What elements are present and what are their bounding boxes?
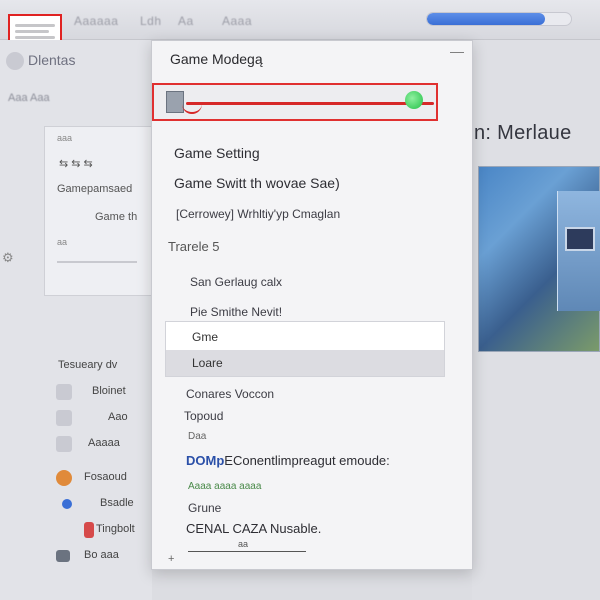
- sidebar-item[interactable]: Bsadle: [0, 493, 152, 515]
- menu-item-consensus[interactable]: Conares Voccon: [186, 387, 274, 401]
- breadcrumb[interactable]: Aaa Aaa: [8, 92, 50, 104]
- divider: [57, 261, 137, 263]
- section-label: Trarele 5: [168, 239, 220, 254]
- option-list: Gme Loare: [165, 321, 445, 377]
- menu-item-small-green[interactable]: Aaaa aaaa aaaa: [188, 481, 261, 492]
- red-z-icon: [84, 522, 94, 538]
- file-icon: [56, 384, 72, 400]
- mode-slider[interactable]: [152, 83, 438, 121]
- menu-item-topoud[interactable]: Topoud: [184, 409, 223, 423]
- sidebar-item[interactable]: Aao: [0, 407, 152, 429]
- menu-item-domp[interactable]: DOMpEConentlimpreagut emoude:: [186, 453, 390, 468]
- minus-icon[interactable]: —: [450, 43, 464, 59]
- menu-item-san[interactable]: San Gerlaug calx: [190, 275, 282, 289]
- plus-icon[interactable]: +: [168, 553, 174, 565]
- card-tiny-label: aa: [57, 237, 68, 247]
- thumbnail-detail: [557, 191, 600, 311]
- topbar-label[interactable]: Aaaa: [222, 14, 252, 28]
- thumbnail-detail: [565, 227, 595, 251]
- menu-item-cenal[interactable]: CENAL CAZA Nusable.: [186, 521, 321, 536]
- card-label[interactable]: Game th: [95, 211, 137, 223]
- card-label[interactable]: Gamepamsaed: [57, 183, 132, 195]
- option-game[interactable]: Gme: [192, 330, 218, 344]
- slider-tail: [182, 104, 202, 114]
- menu-item-remove[interactable]: [Cerrowey] Wrhltiy'yp Cmaglan: [176, 207, 340, 221]
- orange-circle-icon: [56, 470, 72, 486]
- blue-dot-icon: [62, 499, 72, 509]
- sidebar-title: Dlentas: [6, 52, 75, 71]
- sidebar-item[interactable]: Tesueary dv: [0, 355, 152, 377]
- slider-track[interactable]: [186, 102, 434, 105]
- option-loare[interactable]: Loare: [192, 356, 223, 370]
- monitor-icon: [56, 550, 70, 562]
- sidebar-item[interactable]: Aaaaa: [0, 433, 152, 455]
- preview-panel: n: Merlaue: [472, 40, 600, 600]
- menu-item-pic[interactable]: Pie Smithe Nevit!: [190, 305, 282, 319]
- title-bar: Aaaaaa Ldh Aa Aaaa: [0, 0, 600, 48]
- game-mode-menu: Game Modegą — Game Setting Game Switt th…: [151, 40, 473, 570]
- sidebar-item[interactable]: Fosaoud: [0, 467, 152, 489]
- game-thumbnail[interactable]: [478, 166, 600, 352]
- slider-knob[interactable]: [405, 91, 424, 109]
- sidebar-item[interactable]: Bo aaa: [0, 545, 152, 567]
- sidebar-item[interactable]: Bloinet: [0, 381, 152, 403]
- sidebar-item[interactable]: Tingbolt: [0, 519, 152, 541]
- menu-item-game-switch[interactable]: Game Switt th wovae Sae): [174, 175, 340, 191]
- menu-item-tiny[interactable]: Daa: [188, 431, 206, 442]
- gear-icon[interactable]: ⚙: [2, 250, 14, 266]
- bottom-tiny-label: aa: [238, 539, 249, 549]
- topbar-label[interactable]: Aaaaaa: [74, 14, 118, 28]
- card-controls-icon: ⇆ ⇆ ⇆: [59, 158, 93, 170]
- file-icon: [56, 410, 72, 426]
- preview-heading: n: Merlaue: [474, 122, 572, 144]
- folder-icon: [6, 52, 24, 71]
- progress-fill: [427, 13, 546, 25]
- topbar-label[interactable]: Ldh: [140, 14, 162, 28]
- settings-card: aaa ⇆ ⇆ ⇆ Gamepamsaed Game th aa: [44, 126, 152, 296]
- menu-title: Game Modegą: [170, 51, 263, 67]
- slider-icon: [166, 91, 184, 113]
- topbar-label[interactable]: Aa: [178, 14, 194, 28]
- left-sidebar: Dlentas Aaa Aaa aaa ⇆ ⇆ ⇆ Gamepamsaed Ga…: [0, 40, 152, 600]
- menu-item-game-setting[interactable]: Game Setting: [174, 145, 260, 161]
- progress-bar: [426, 12, 572, 26]
- divider: [188, 551, 306, 552]
- card-tiny-label: aaa: [57, 133, 73, 143]
- menu-item-grune[interactable]: Grune: [188, 501, 221, 515]
- file-icon: [56, 436, 72, 452]
